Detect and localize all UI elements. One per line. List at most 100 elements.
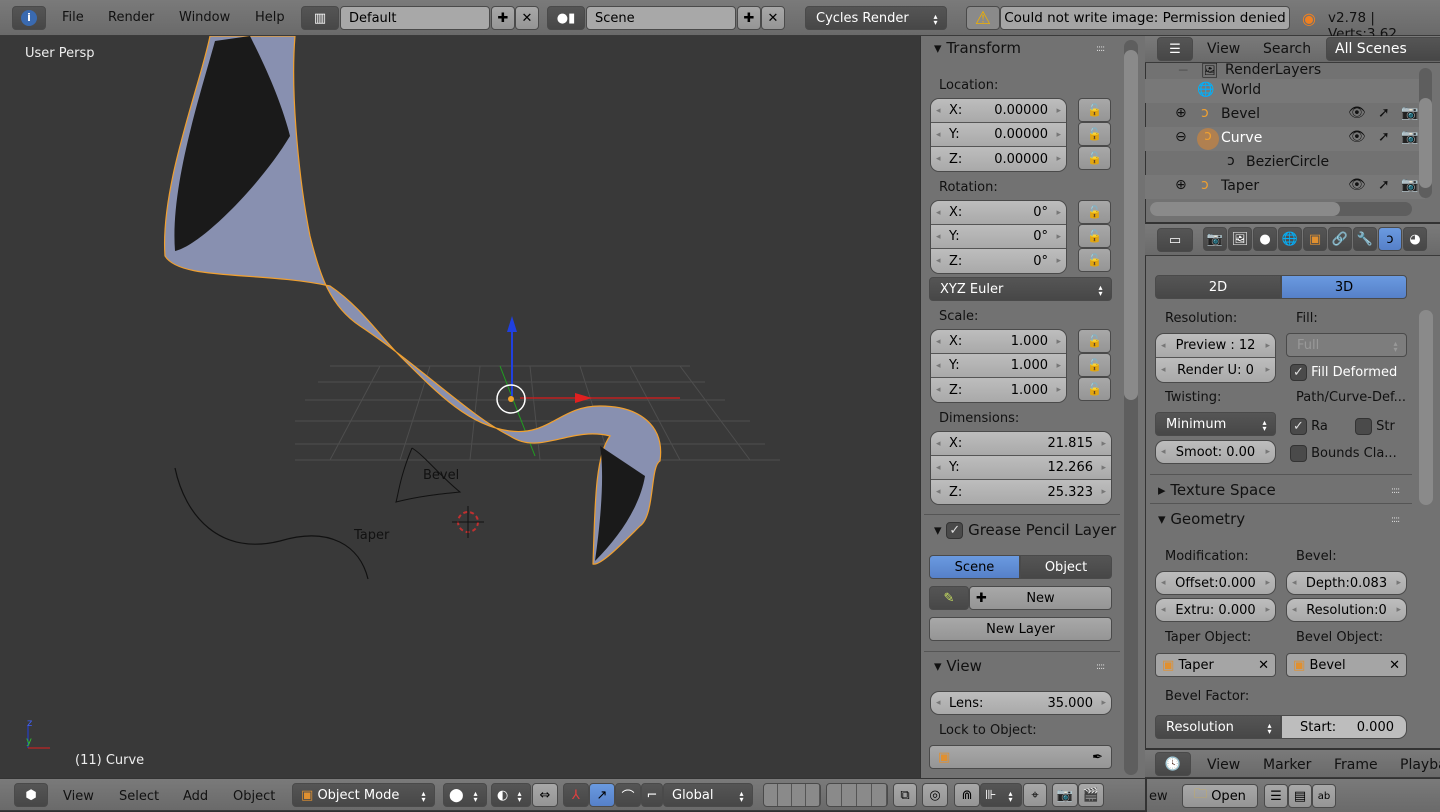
lock-rotation-y-icon[interactable]: 🔓 [1078,224,1111,248]
pivot-dropdown[interactable]: ◐ [491,783,531,807]
select-cursor-icon[interactable]: ➚ [1378,177,1390,193]
location-y[interactable]: Y:0.00000 [931,123,1066,147]
render-animation-icon[interactable]: 🎬 [1078,783,1104,807]
manipulator-toggle[interactable]: ⅄ [563,783,589,807]
modifiers-tab-icon[interactable]: 🔧 [1353,227,1377,251]
visibility-eye-icon[interactable]: 👁 [1348,177,1366,193]
render-resolution-field[interactable]: Render U: 0 [1156,358,1275,382]
bevel-factor-mode-dropdown[interactable]: Resolution [1155,715,1281,739]
lock-layers-icon[interactable]: ⧉ [893,783,917,807]
visibility-eye-icon[interactable]: 👁 [1348,129,1366,145]
timeline-menu-playback[interactable]: Playba [1400,757,1440,773]
mode-dropdown[interactable]: ▣ Object Mode [292,783,435,807]
dimension-z[interactable]: Z:25.323 [931,480,1111,504]
location-z[interactable]: Z:0.00000 [931,147,1066,171]
drag-grip-icon[interactable]: :::: [1391,515,1400,525]
layer-buttons-1[interactable] [763,783,821,807]
file-browser-menu-view[interactable]: ew [1149,789,1168,804]
clear-bevel-icon[interactable]: ✕ [1389,658,1400,673]
outliner-vscrollbar[interactable] [1419,68,1432,198]
snap-target-icon[interactable]: ⌖ [1023,783,1047,807]
menu-select[interactable]: Select [119,789,159,804]
twisting-dropdown[interactable]: Minimum [1155,412,1276,436]
3d-viewport[interactable]: User Persp (11) Curve zy Bevel Taper [0,36,920,778]
lock-location-x-icon[interactable]: 🔓 [1078,98,1111,122]
extrude-field[interactable]: Extru: 0.000 [1155,598,1276,622]
outliner-item-bevel[interactable]: ⊕ ↄ Bevel 👁 ➚ 📷 [1145,103,1425,127]
snap-toggle-icon[interactable]: ⋒ [954,783,980,807]
object-tab-icon[interactable]: ▣ [1303,227,1327,251]
snap-element-dropdown[interactable]: ⊪ [980,783,1022,807]
preview-resolution-field[interactable]: Preview : 12 [1156,334,1275,358]
scene-name-field[interactable]: Scene [586,6,736,30]
render-layers-tab-icon[interactable]: 🖼 [1228,227,1252,251]
bounds-clamp-checkbox[interactable]: Bounds Cla... [1290,445,1397,462]
dimension-y[interactable]: Y:12.266 [931,456,1111,480]
translate-manipulator[interactable]: ↗ [589,783,615,807]
constraints-tab-icon[interactable]: 🔗 [1328,227,1352,251]
timeline-menu-view[interactable]: View [1207,757,1240,773]
outliner-item-curve[interactable]: ⊖ ↄ Curve 👁 ➚ 📷 [1145,127,1425,151]
layer-buttons-2[interactable] [826,783,888,807]
outliner-editor-button[interactable]: ☰ [1157,37,1193,61]
scene-selector[interactable]: ●▮ [547,6,585,30]
drag-grip-icon[interactable]: :::: [1096,44,1105,54]
grease-pencil-checkbox[interactable]: ✓ [946,522,964,539]
view-panel-header[interactable]: ▾ View [934,657,982,675]
curve-data-tab-icon[interactable]: ↄ [1378,227,1402,251]
rotation-z[interactable]: Z:0° [931,249,1066,273]
smooth-field[interactable]: Smoot: 0.00 [1155,440,1276,464]
drag-grip-icon[interactable]: :::: [1391,486,1400,496]
render-opengl-icon[interactable]: 📷 [1052,783,1078,807]
gp-scene-tab[interactable]: Scene [929,555,1020,579]
display-detail-icon[interactable]: ▤ [1288,784,1312,808]
timeline-editor-button[interactable]: 🕓 [1155,752,1191,776]
eyedropper-icon[interactable]: ✒ [1092,750,1103,765]
scale-manipulator[interactable]: ⌐ [641,783,663,807]
bevel-start-field[interactable]: Start: 0.000 [1281,715,1407,739]
menu-add[interactable]: Add [183,789,208,804]
lock-scale-y-icon[interactable]: 🔓 [1078,353,1111,377]
outliner-menu-search[interactable]: Search [1263,41,1311,57]
transform-orientation-dropdown[interactable]: Global [663,783,753,807]
taper-object-field[interactable]: ▣ Taper ✕ [1155,653,1276,677]
menu-help[interactable]: Help [255,10,285,25]
display-list-icon[interactable]: ☰ [1264,784,1288,808]
scene-tab-icon[interactable]: ● [1253,227,1277,251]
delete-scene-button[interactable]: ✕ [761,6,785,30]
lock-object-field[interactable]: ▣ ✒ [929,745,1112,769]
rotation-mode-dropdown[interactable]: XYZ Euler [929,277,1112,301]
dimension-x[interactable]: X:21.815 [931,432,1111,456]
info-editor-button[interactable]: i [12,6,46,30]
add-scene-button[interactable]: ✚ [737,6,761,30]
add-layout-button[interactable]: ✚ [491,6,515,30]
rotation-y[interactable]: Y:0° [931,225,1066,249]
gp-new-layer-button[interactable]: New Layer [929,617,1112,641]
outliner-item-beziercircle[interactable]: ↄ BezierCircle [1145,151,1425,175]
geometry-panel-header[interactable]: ▾ Geometry [1158,510,1245,528]
drag-grip-icon[interactable]: :::: [1096,662,1105,672]
outliner-item-taper[interactable]: ⊕ ↄ Taper 👁 ➚ 📷 [1145,175,1425,199]
bevel-depth-field[interactable]: Depth:0.083 [1286,571,1407,595]
location-x[interactable]: X:0.00000 [931,99,1066,123]
scale-z[interactable]: Z:1.000 [931,378,1066,402]
gp-datablock-selector[interactable]: ✎ [929,586,969,610]
render-engine-dropdown[interactable]: Cycles Render [805,6,947,30]
render-tab-icon[interactable]: 📷 [1203,227,1227,251]
rotate-manipulator[interactable]: ⌒ [615,783,641,807]
editor-type-button[interactable]: ⬢ [14,783,48,807]
lock-scale-x-icon[interactable]: 🔓 [1078,329,1111,353]
texture-space-panel-header[interactable]: ▸ Texture Space [1158,481,1276,499]
properties-editor-button[interactable]: ▭ [1157,228,1193,252]
menu-object[interactable]: Object [233,789,275,804]
lock-rotation-x-icon[interactable]: 🔓 [1078,200,1111,224]
outliner-hscrollbar[interactable] [1150,202,1412,216]
scale-y[interactable]: Y:1.000 [931,354,1066,378]
menu-window[interactable]: Window [179,10,230,25]
outliner-item-world[interactable]: 🌐 World [1145,79,1425,103]
gp-object-tab[interactable]: Object [1020,555,1112,579]
outliner-display-mode[interactable]: All Scenes [1326,37,1440,61]
lens-field[interactable]: Lens:35.000 [930,691,1112,715]
menu-view[interactable]: View [63,789,94,804]
transform-panel-header[interactable]: ▾ Transform [934,39,1021,57]
